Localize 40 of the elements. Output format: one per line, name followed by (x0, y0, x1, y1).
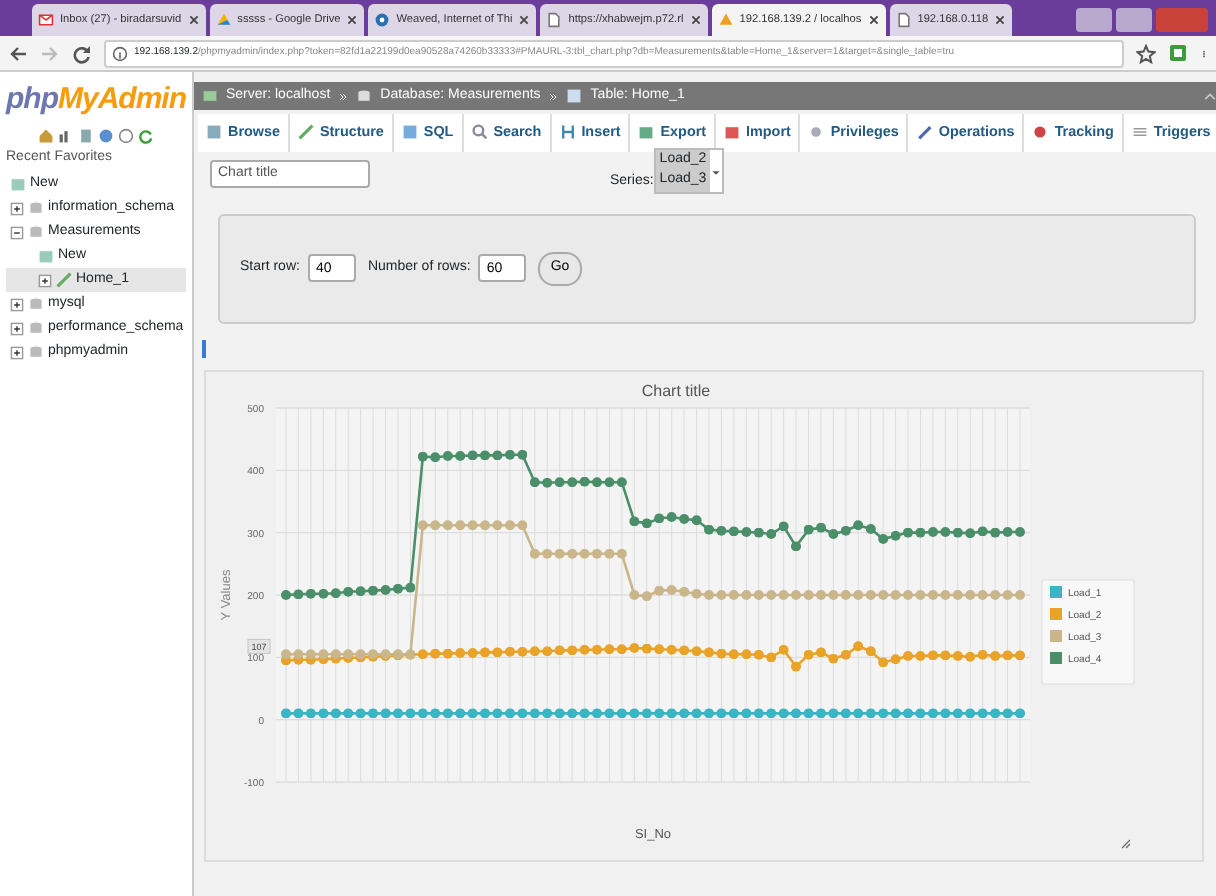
search-icon (471, 124, 488, 141)
triangle-icon (215, 12, 232, 28)
chart-title: Chart title (641, 381, 711, 400)
collapse-icon[interactable] (10, 225, 24, 239)
info-icon (112, 45, 128, 61)
database-icon (28, 200, 44, 216)
cursor-mark (202, 339, 206, 358)
expand-icon[interactable] (10, 201, 24, 215)
resize-handle-icon[interactable] (1121, 839, 1131, 849)
extension-icon[interactable] (1168, 42, 1188, 64)
close-icon[interactable] (994, 14, 1007, 26)
close-icon[interactable] (867, 14, 880, 26)
separator-icon (338, 91, 349, 101)
sail-icon (717, 12, 734, 28)
list-icon (1131, 124, 1148, 141)
reload-icon[interactable] (72, 43, 92, 63)
home-icon[interactable] (38, 127, 54, 143)
close-icon[interactable] (187, 14, 200, 26)
close-icon[interactable] (346, 14, 359, 26)
back-icon[interactable] (8, 43, 28, 63)
logo[interactable]: phpMyAdmin (6, 78, 186, 123)
database-icon (28, 320, 44, 336)
chart-icon[interactable] (58, 127, 74, 143)
database-icon (356, 88, 373, 104)
expand-icon[interactable] (38, 273, 52, 287)
page-icon (895, 12, 912, 28)
reload-icon[interactable] (138, 127, 154, 143)
expand-icon[interactable] (10, 345, 24, 359)
expand-icon[interactable] (10, 321, 24, 335)
database-icon (28, 224, 44, 240)
insert-icon (559, 124, 576, 141)
database-icon (28, 296, 44, 312)
star-icon[interactable] (1136, 43, 1156, 63)
database-icon (28, 344, 44, 360)
mail-icon (38, 12, 54, 28)
close-icon[interactable] (518, 14, 531, 26)
expand-icon[interactable] (10, 297, 24, 311)
separator-icon (548, 91, 559, 101)
close-icon[interactable] (689, 14, 702, 26)
page-icon (546, 12, 563, 28)
